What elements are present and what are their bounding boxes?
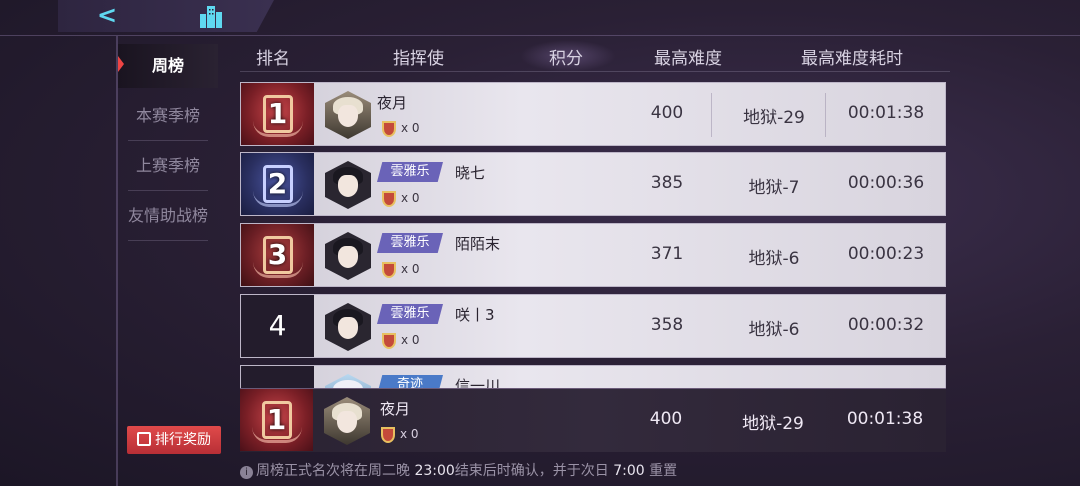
player-name: 晓七	[455, 164, 486, 182]
difficulty: 地狱-7	[748, 178, 800, 198]
table-row[interactable]: 3 雲雅乐 陌陌末 x 0 371 地狱-6 00:00:23	[240, 223, 946, 287]
header-commander: 指挥使	[393, 49, 444, 69]
sidebar-item-weekly[interactable]: 周榜	[118, 44, 218, 88]
sidebar-item-label: 本赛季榜	[135, 106, 200, 125]
ranking-reward-button[interactable]: 排行奖励	[127, 426, 221, 454]
guild-tag: 奇迹	[377, 375, 443, 388]
guild-tag: 雲雅乐	[377, 162, 443, 182]
medal-icon	[381, 427, 395, 443]
medal-icon	[382, 121, 396, 137]
rank-badge: 2	[241, 153, 314, 215]
rank-number: 2	[267, 167, 288, 200]
medal-icon	[382, 191, 396, 207]
difficulty: 地狱-29	[743, 108, 805, 128]
notice-time: 23:00	[414, 463, 455, 479]
notice-text: 周榜正式名次将在周二晚	[256, 463, 410, 479]
avatar-face	[337, 411, 357, 433]
player-name: 陌陌末	[455, 235, 501, 253]
sidebar-item-friend-assist[interactable]: 友情助战榜	[118, 194, 218, 241]
avatar-face	[338, 175, 358, 197]
score: 371	[650, 244, 684, 264]
info-icon: i	[240, 466, 253, 479]
player-name: 信一川	[455, 377, 501, 389]
avatar-face	[338, 317, 358, 339]
rank-badge: 1	[240, 389, 313, 451]
guild-tag: 雲雅乐	[377, 233, 443, 253]
reset-notice: i 周榜正式名次将在周二晚 23:00结束后时确认，并于次日 7:00 重置	[240, 460, 677, 480]
difficulty: 地狱-6	[748, 320, 800, 340]
player-name: 咲丨3	[455, 306, 495, 324]
clear-time: 00:00:36	[847, 173, 925, 193]
medal-icon	[382, 262, 396, 278]
city-buildings-icon[interactable]	[198, 4, 224, 28]
reward-label: 排行奖励	[155, 432, 211, 448]
medal-count: x 0	[401, 191, 420, 205]
avatar[interactable]	[325, 303, 371, 351]
table-row[interactable]: 奇迹 信一川	[240, 365, 946, 389]
medal-icon	[382, 333, 396, 349]
back-arrow-icon[interactable]: <	[92, 2, 122, 28]
header-score: 积分	[549, 49, 583, 69]
avatar[interactable]	[325, 91, 371, 139]
header-max-difficulty-time: 最高难度耗时	[801, 49, 903, 69]
clear-time: 00:01:38	[846, 409, 924, 429]
score: 400	[650, 103, 684, 123]
rank-number: 3	[267, 238, 288, 271]
clear-time: 00:00:32	[847, 315, 925, 335]
self-rank-row[interactable]: 1 夜月 x 0 400 地狱-29 00:01:38	[240, 388, 946, 452]
header-max-difficulty: 最高难度	[654, 49, 722, 69]
rank-badge: 3	[241, 224, 314, 286]
rank-number: 4	[268, 309, 287, 342]
top-bar: <	[0, 0, 1080, 36]
avatar-face	[338, 246, 358, 268]
divider	[128, 190, 208, 191]
score: 400	[649, 409, 683, 429]
sidebar-item-last-season[interactable]: 上赛季榜	[118, 144, 218, 191]
divider	[825, 93, 826, 137]
divider	[711, 93, 712, 137]
guild-tag: 雲雅乐	[377, 304, 443, 324]
difficulty: 地狱-6	[748, 249, 800, 269]
table-row[interactable]: 1 夜月 x 0 400 地狱-29 00:01:38	[240, 82, 946, 146]
rank-badge: 1	[241, 83, 314, 145]
divider	[128, 140, 208, 141]
notice-time: 7:00	[613, 463, 645, 479]
sidebar: 周榜 本赛季榜 上赛季榜 友情助战榜	[118, 44, 218, 244]
medal-count: x 0	[401, 121, 420, 135]
score: 385	[650, 173, 684, 193]
avatar[interactable]	[325, 161, 371, 209]
player-name: 夜月	[380, 400, 411, 418]
player-name: 夜月	[377, 94, 408, 112]
notice-text: 结束后时确认，并于次日	[454, 463, 609, 479]
table-row[interactable]: 2 雲雅乐 晓七 x 0 385 地狱-7 00:00:36	[240, 152, 946, 216]
avatar-face	[338, 105, 358, 127]
clear-time: 00:01:38	[847, 103, 925, 123]
rank-badge	[241, 366, 314, 388]
medal-count: x 0	[401, 333, 420, 347]
avatar[interactable]	[325, 232, 371, 280]
difficulty: 地狱-29	[742, 414, 804, 434]
rank-badge: 4	[241, 295, 314, 357]
rank-number: 1	[267, 97, 288, 130]
top-tab	[58, 0, 274, 32]
table-row[interactable]: 4 雲雅乐 咲丨3 x 0 358 地狱-6 00:00:32	[240, 294, 946, 358]
medal-count: x 0	[400, 427, 419, 441]
clear-time: 00:00:23	[847, 244, 925, 264]
sidebar-item-this-season[interactable]: 本赛季榜	[118, 94, 218, 141]
notice-text: 重置	[649, 463, 678, 479]
header-rank: 排名	[256, 49, 290, 69]
rank-number: 1	[266, 403, 287, 436]
avatar[interactable]	[324, 397, 370, 445]
medal-count: x 0	[401, 262, 420, 276]
gift-icon	[137, 432, 151, 446]
avatar[interactable]	[325, 374, 371, 388]
divider	[128, 240, 208, 241]
sidebar-item-label: 上赛季榜	[135, 156, 200, 175]
score: 358	[650, 315, 684, 335]
sidebar-item-label: 友情助战榜	[127, 206, 208, 225]
table-header: 排名 指挥使 积分 最高难度 最高难度耗时	[240, 40, 950, 72]
